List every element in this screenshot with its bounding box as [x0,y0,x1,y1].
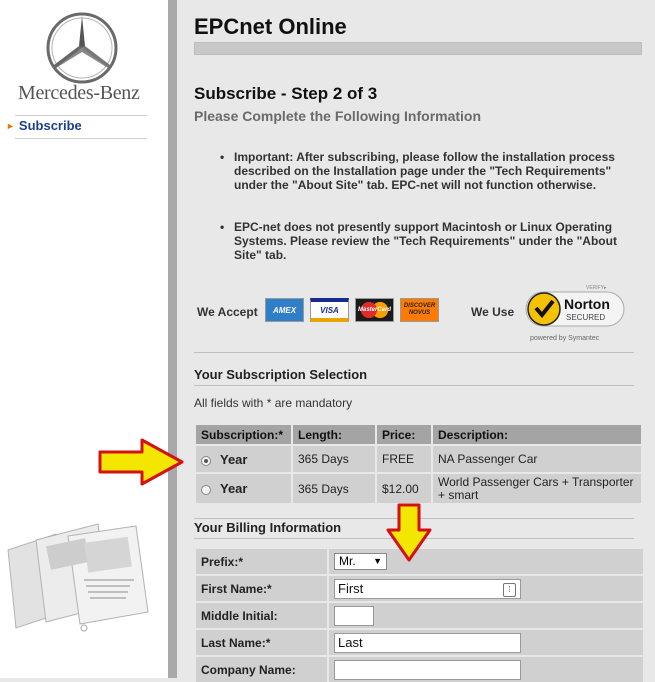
billing-form: Prefix:* Mr. ▼ First Name:* First ⁞ Middle… [196,547,643,682]
middle-initial-label: Middle Initial: [196,601,329,629]
discover-icon: DISCOVER NOVUS [400,298,439,322]
length-cell: 365 Days [292,472,377,503]
option-label: Year [220,451,248,467]
sidebar-item-subscribe[interactable]: ► Subscribe [6,118,82,133]
nav-divider-bottom [15,138,147,139]
prefix-select[interactable]: Mr. ▼ [334,553,387,570]
subscription-option[interactable]: Year [196,472,293,503]
manuals-illustration [7,523,149,632]
first-name-cell: First ⁞ [328,574,643,602]
first-name-label: First Name:* [196,574,329,602]
table-header-row: Subscription:* Length: Price: Descriptio… [196,425,643,445]
norton-powered-text: powered by Symantec [530,335,600,342]
down-arrow-icon [386,503,432,562]
description-cell: NA Passenger Car [432,444,643,473]
radio-year-world[interactable] [201,485,211,495]
last-name-cell: Last [328,628,643,656]
section-divider [194,385,634,386]
prefix-label: Prefix:* [196,547,329,575]
col-subscription: Subscription:* [196,425,293,445]
mastercard-icon: MasterCard [355,298,394,322]
description-cell: World Passenger Cars + Transporter + sma… [432,472,643,503]
visa-icon: VISA [310,298,349,322]
sidebar-divider [168,0,177,678]
subscription-option[interactable]: Year [196,444,293,473]
main-content: EPCnet Online Subscribe - Step 2 of 3 Pl… [177,0,655,682]
nav-divider-top [15,115,147,116]
mandatory-note: All fields with * are mandatory [194,396,353,410]
form-row-company-name: Company Name: [196,655,643,682]
table-row[interactable]: Year 365 Days $12.00 World Passenger Car… [196,472,643,503]
norton-name-text: Norton [564,296,610,312]
os-support-note: EPC-net does not presently support Macin… [220,220,634,262]
price-cell: FREE [376,444,433,473]
col-description: Description: [432,425,643,445]
right-arrow-icon [98,438,184,486]
title-bar [194,42,642,55]
first-name-field[interactable]: First ⁞ [334,578,521,599]
last-name-label: Last Name:* [196,628,329,656]
step-heading: Subscribe - Step 2 of 3 [194,84,378,103]
first-name-value: First [338,580,364,596]
amex-icon: AMEX [265,298,304,322]
page-title: EPCnet Online [194,14,347,39]
accept-label: We Accept [197,305,258,319]
price-cell: $12.00 [376,472,433,503]
page-subtitle: Please Complete the Following Informatio… [194,108,482,124]
subscription-heading: Your Subscription Selection [194,367,368,382]
form-row-first-name: First Name:* First ⁞ [196,574,643,602]
nav-arrow-icon: ► [6,121,15,131]
subscription-table: Subscription:* Length: Price: Descriptio… [196,425,643,503]
form-row-middle-initial: Middle Initial: [196,601,643,629]
sidebar: Mercedes-Benz ► Subscribe [0,0,168,678]
middle-initial-field[interactable] [334,605,374,626]
last-name-field[interactable]: Last [334,632,521,653]
norton-secured-text: SECURED [566,313,605,322]
col-length: Length: [292,425,377,445]
radio-year-na[interactable] [201,455,211,466]
company-name-label: Company Name: [196,655,329,682]
brand-name: Mercedes-Benz [18,82,140,104]
sidebar-item-label: Subscribe [18,118,82,133]
section-divider [194,352,634,353]
middle-initial-cell [328,601,643,629]
company-name-field[interactable] [334,659,521,680]
install-note: Important: After subscribing, please fol… [220,150,634,192]
form-row-last-name: Last Name:* Last [196,628,643,656]
chevron-down-icon: ▼ [373,556,382,566]
col-price: Price: [376,425,433,445]
company-name-cell [328,655,643,682]
billing-heading: Your Billing Information [194,520,342,535]
autofill-icon[interactable]: ⁞ [503,582,516,597]
we-use-label: We Use [471,305,515,319]
norton-secured-icon: VERIFY▸ Norton SECURED powered by Symant… [525,285,625,342]
table-row[interactable]: Year 365 Days FREE NA Passenger Car [196,444,643,473]
option-label: Year [220,481,248,496]
length-cell: 365 Days [292,444,377,473]
prefix-cell: Mr. ▼ [328,547,643,575]
norton-verify-text: VERIFY▸ [586,285,607,291]
prefix-select-value: Mr. [339,554,356,568]
mercedes-star-logo [46,12,118,84]
